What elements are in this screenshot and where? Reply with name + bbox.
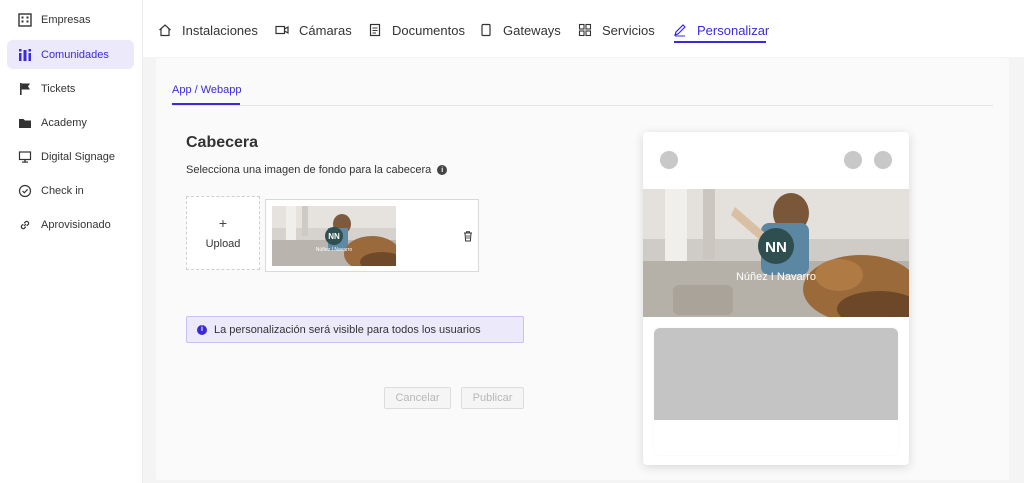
- thumb-brand: Núñez I Navarro: [316, 247, 353, 253]
- app-preview: NN Núñez I Navarro: [643, 132, 909, 465]
- info-icon[interactable]: i: [437, 165, 448, 175]
- sidebar-item-label: Comunidades: [41, 48, 109, 61]
- active-tab-indicator: [674, 41, 766, 43]
- pencil-icon: [673, 23, 687, 37]
- preview-header-image: NN Núñez I Navarro: [643, 189, 909, 317]
- home-icon: [158, 23, 172, 37]
- tab-camaras[interactable]: Cámaras: [275, 19, 352, 41]
- tab-label: Servicios: [602, 22, 655, 38]
- tab-instalaciones[interactable]: Instalaciones: [158, 19, 258, 41]
- tab-personalizar[interactable]: Personalizar: [673, 19, 769, 41]
- description-text: Selecciona una imagen de fondo para la c…: [186, 164, 432, 176]
- tab-gateways[interactable]: Gateways: [479, 19, 561, 41]
- sidebar-item-label: Academy: [41, 116, 87, 129]
- preview-brand-name: Núñez I Navarro: [736, 271, 816, 283]
- thumb-logo: NN: [328, 232, 340, 241]
- building-icon: [18, 12, 32, 27]
- section-description: Selecciona una imagen de fondo para la c…: [186, 164, 448, 176]
- delete-icon[interactable]: [462, 229, 474, 242]
- preview-logo: NN: [765, 239, 787, 256]
- sidebar-item-label: Digital Signage: [41, 150, 115, 163]
- flag-icon: [18, 82, 32, 96]
- folder-icon: [18, 116, 32, 130]
- sidebar-item-academy[interactable]: Academy: [7, 108, 134, 137]
- preview-avatar-placeholder: [660, 151, 678, 169]
- uploaded-image-card: NN Núñez I Navarro: [265, 199, 479, 272]
- grid-icon: [578, 23, 592, 37]
- sidebar-item-comunidades[interactable]: Comunidades: [7, 40, 134, 69]
- tab-documentos[interactable]: Documentos: [368, 19, 465, 41]
- sidebar-item-label: Check in: [41, 184, 84, 197]
- check-circle-icon: [18, 184, 32, 198]
- section-title: Cabecera: [186, 134, 259, 151]
- preview-card-image-placeholder: [654, 328, 898, 420]
- sidebar-item-label: Empresas: [41, 13, 91, 26]
- community-icon: [18, 48, 32, 62]
- publish-button[interactable]: Publicar: [461, 387, 524, 409]
- alert-text: La personalización será visible para tod…: [214, 323, 481, 336]
- preview-content-card: [654, 328, 898, 455]
- preview-action-placeholder: [844, 151, 862, 169]
- divider: [172, 105, 993, 106]
- info-alert: i La personalización será visible para t…: [186, 316, 524, 343]
- sidebar-item-tickets[interactable]: Tickets: [7, 74, 134, 103]
- sidebar-item-label: Aprovisionado: [41, 218, 111, 231]
- tab-label: Cámaras: [299, 22, 352, 38]
- info-icon: i: [197, 324, 207, 335]
- upload-label: Upload: [205, 238, 241, 250]
- sidebar-item-check-in[interactable]: Check in: [7, 176, 134, 205]
- monitor-icon: [18, 150, 32, 164]
- link-icon: [18, 218, 32, 232]
- device-icon: [479, 23, 493, 37]
- sidebar-item-empresas[interactable]: Empresas: [7, 5, 134, 34]
- header-image-thumbnail[interactable]: NN Núñez I Navarro: [272, 206, 396, 266]
- sidebar-item-digital-signage[interactable]: Digital Signage: [7, 142, 134, 171]
- document-icon: [368, 23, 382, 37]
- tab-label: Documentos: [392, 22, 465, 38]
- tab-label: Instalaciones: [182, 22, 258, 38]
- sidebar: Empresas Comunidades Tickets Academy Dig…: [0, 0, 143, 483]
- tab-label: Personalizar: [697, 22, 770, 38]
- preview-action-placeholder: [874, 151, 892, 169]
- camera-icon: [275, 23, 289, 37]
- plus-icon: +: [218, 215, 228, 231]
- tab-servicios[interactable]: Servicios: [578, 19, 655, 41]
- upload-button[interactable]: + Upload: [186, 196, 260, 270]
- tab-label: Gateways: [503, 22, 561, 38]
- sidebar-item-aprovisionado[interactable]: Aprovisionado: [7, 210, 134, 239]
- cancel-button[interactable]: Cancelar: [384, 387, 451, 409]
- subtab-app-webapp[interactable]: App / Webapp: [172, 84, 242, 96]
- sidebar-item-label: Tickets: [41, 82, 76, 95]
